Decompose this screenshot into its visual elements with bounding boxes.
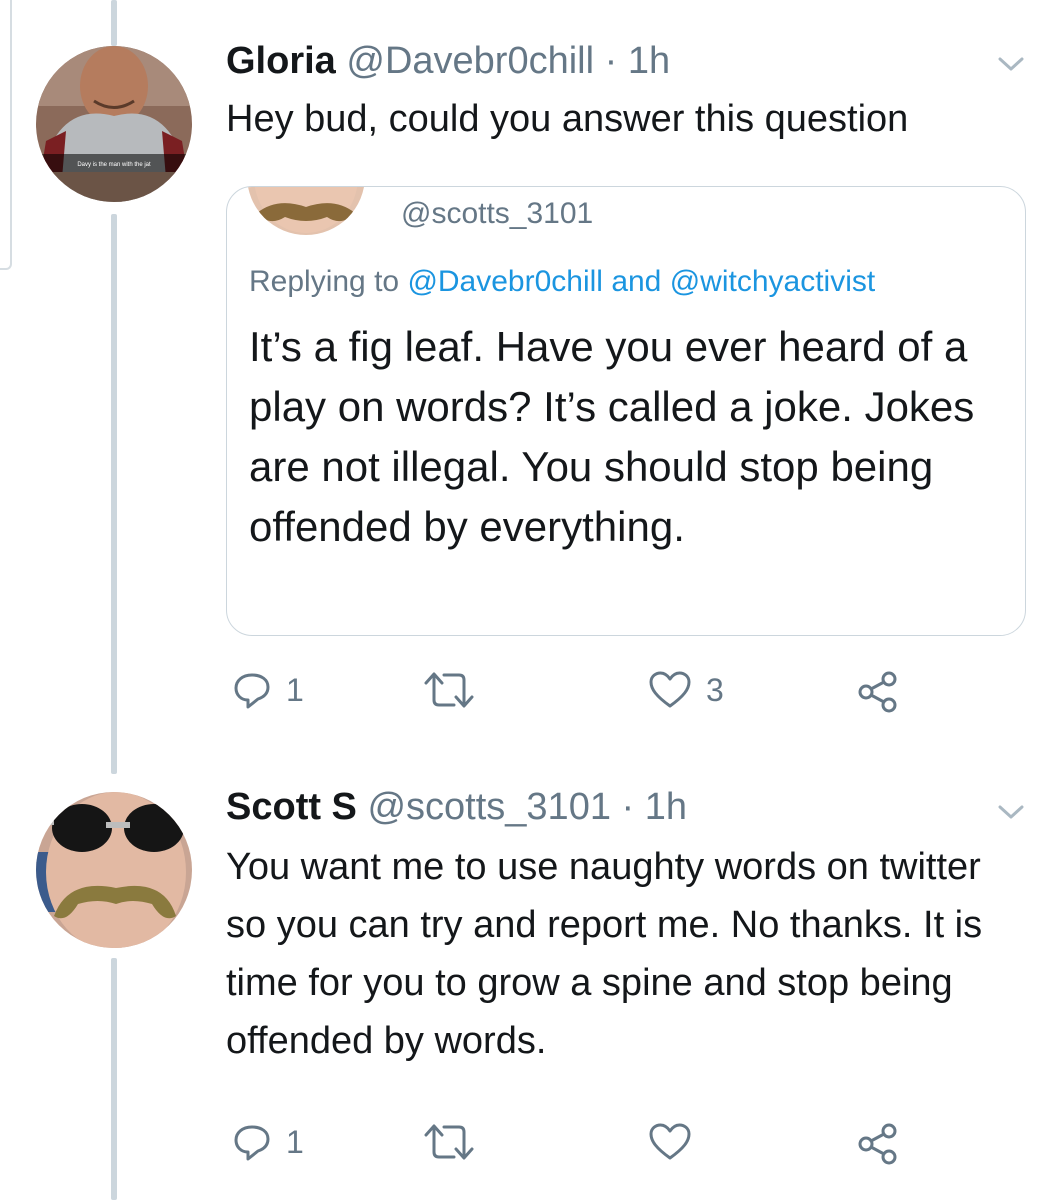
- share-icon: [858, 671, 897, 713]
- timestamp[interactable]: 1h: [645, 786, 687, 828]
- chevron-down-icon[interactable]: [998, 56, 1024, 72]
- thread-line-bottom: [111, 958, 117, 1200]
- separator: ·: [621, 786, 635, 828]
- author-handle[interactable]: @scotts_3101: [367, 786, 611, 828]
- share-button[interactable]: [856, 670, 900, 714]
- tweet2-header: Scott S @scotts_3101 · 1h: [226, 786, 687, 829]
- author-handle[interactable]: @Davebr0chill: [346, 40, 594, 82]
- like-count: 3: [706, 671, 724, 708]
- replying-prefix: Replying to: [249, 265, 400, 298]
- quoted-avatar: [247, 187, 365, 235]
- left-divider: [0, 0, 12, 270]
- gloria-avatar[interactable]: Davy is the man with the jat: [36, 46, 192, 202]
- tweet1-text: Hey bud, could you answer this question: [226, 98, 909, 140]
- reply-mention-1[interactable]: @Davebr0chill: [407, 265, 603, 298]
- thread-line-middle: [111, 214, 117, 774]
- replying-to: Replying to @Davebr0chill and @witchyact…: [249, 265, 875, 299]
- retweet-button[interactable]: [422, 1122, 490, 1162]
- share-icon: [858, 1123, 897, 1165]
- timestamp[interactable]: 1h: [628, 40, 670, 82]
- like-icon: [649, 671, 691, 708]
- tweet1-header: Gloria @Davebr0chill · 1h: [226, 40, 670, 83]
- reply-button[interactable]: 1: [232, 1122, 304, 1162]
- tweet2-actions: 1: [226, 1122, 926, 1172]
- retweet-icon: [424, 1124, 474, 1160]
- quoted-text: It’s a fig leaf. Have you ever heard of …: [249, 323, 975, 550]
- tweet1-actions: 1 3: [226, 670, 926, 720]
- quoted-tweet[interactable]: @scotts_3101 Replying to @Davebr0chill a…: [226, 186, 1026, 636]
- quoted-handle: @scotts_3101: [401, 197, 594, 230]
- author-name[interactable]: Scott S: [226, 786, 357, 828]
- reply-count: 1: [286, 1123, 304, 1160]
- tweet2-text: You want me to use naughty words on twit…: [226, 846, 983, 1062]
- like-icon: [649, 1123, 691, 1160]
- reply-count: 1: [286, 671, 304, 708]
- author-name[interactable]: Gloria: [226, 40, 336, 82]
- retweet-icon: [424, 672, 474, 708]
- avatar-caption: Davy is the man with the jat: [77, 162, 151, 168]
- like-button[interactable]: [648, 1122, 706, 1162]
- reply-button[interactable]: 1: [232, 670, 304, 710]
- reply-mention-2[interactable]: @witchyactivist: [670, 265, 876, 298]
- thread-line-top: [111, 0, 117, 46]
- retweet-button[interactable]: [422, 670, 490, 710]
- chevron-down-icon[interactable]: [998, 804, 1024, 820]
- scott-avatar[interactable]: [36, 792, 192, 948]
- reply-icon: [234, 1125, 270, 1161]
- reply-icon: [234, 673, 270, 709]
- like-button[interactable]: 3: [648, 670, 724, 710]
- reply-joiner: and: [611, 265, 662, 298]
- separator: ·: [604, 40, 618, 82]
- share-button[interactable]: [856, 1122, 900, 1166]
